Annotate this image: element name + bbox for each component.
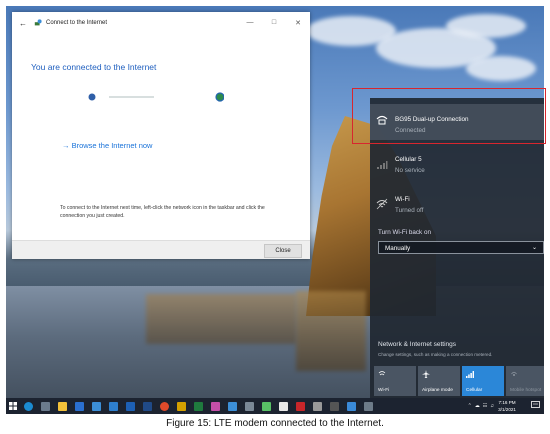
onenote-icon[interactable] (211, 401, 220, 411)
minimize-icon[interactable]: — (238, 19, 262, 27)
tile-airplane-mode[interactable]: Airplane mode (418, 366, 460, 396)
tile-label: Airplane mode (422, 388, 453, 393)
volume-icon[interactable]: ♫ (490, 403, 494, 409)
cellular-signal-icon (466, 371, 474, 378)
edge-icon[interactable] (24, 401, 33, 411)
info-text: To connect to the Internet next time, le… (60, 205, 265, 219)
chrome-icon[interactable] (160, 401, 169, 411)
wifi-icon (378, 371, 386, 376)
notepad-icon[interactable] (279, 401, 288, 411)
dropdown-value: Manually (385, 245, 411, 252)
tile-mobile-hotspot[interactable]: Mobile hotspot (506, 366, 544, 396)
connection-item-wifi[interactable]: Wi-Fi Turned off (370, 190, 544, 218)
word-icon[interactable] (143, 401, 152, 411)
tile-label: Cellular (466, 388, 483, 393)
chevron-up-icon[interactable]: ⌃ (468, 403, 472, 409)
tool-icon[interactable] (245, 401, 254, 411)
desktop: ← Connect to the Internet — □ ✕ You are … (6, 6, 544, 414)
connect-window: ← Connect to the Internet — □ ✕ You are … (12, 12, 310, 259)
hotspot-icon (511, 371, 517, 376)
connection-item-cellular[interactable]: Cellular 5 No service (370, 150, 544, 178)
tile-label: Mobile hotspot (510, 388, 542, 393)
globe-icon (215, 92, 224, 102)
window-footer: Close (12, 240, 310, 259)
file-explorer-icon[interactable] (58, 401, 67, 411)
clock-time: 7:16 PM (498, 400, 516, 405)
tile-label: Wi-Fi (378, 388, 390, 393)
network-wizard-icon (34, 19, 42, 26)
browse-internet-link[interactable]: → Browse the Internet now (62, 141, 152, 150)
app-green-icon[interactable] (262, 401, 271, 411)
close-icon[interactable]: ✕ (286, 19, 310, 27)
connection-status: Turned off (395, 207, 424, 214)
window-title: Connect to the Internet (46, 20, 108, 26)
cellular-signal-icon (377, 161, 388, 169)
network-settings-description: Change settings, such as making a connec… (378, 352, 493, 357)
notification-icon[interactable] (531, 401, 540, 410)
taskbar: ⌃ ☁ ☷ ♫ 7:16 PM 3/1/2021 (6, 398, 544, 414)
browse-link-label: Browse the Internet now (71, 141, 153, 150)
acrobat-icon[interactable] (296, 401, 305, 411)
outlook-icon[interactable] (126, 401, 135, 411)
arrow-right-icon: → (62, 141, 72, 150)
store-icon[interactable] (75, 401, 84, 411)
excel-icon[interactable] (194, 401, 203, 411)
reflection (146, 294, 296, 344)
cloud-icon[interactable]: ☁ (475, 403, 480, 409)
back-arrow-icon[interactable]: ← (16, 19, 30, 28)
chevron-down-icon: ⌄ (531, 245, 537, 251)
connection-graphic (88, 92, 224, 102)
maximize-icon[interactable]: □ (262, 19, 286, 27)
task-view-icon[interactable] (41, 401, 50, 411)
mail-icon[interactable] (92, 401, 101, 411)
page-heading: You are connected to the Internet (31, 62, 157, 72)
clock-date: 3/1/2021 (498, 407, 516, 412)
printer-icon[interactable] (313, 401, 322, 411)
terminal-icon[interactable] (330, 401, 339, 411)
computer-icon (88, 93, 96, 101)
tile-wifi[interactable]: Wi-Fi (374, 366, 416, 396)
start-button[interactable] (6, 398, 20, 414)
wifi-back-dropdown[interactable]: Manually ⌄ (378, 241, 544, 254)
connection-name: Wi-Fi (395, 196, 410, 203)
app-l-icon[interactable] (109, 401, 118, 411)
figure-caption: Figure 15: LTE modem connected to the In… (166, 418, 384, 429)
clock[interactable]: 7:16 PM 3/1/2021 (498, 399, 516, 413)
system-tray: ⌃ ☁ ☷ ♫ (468, 398, 494, 414)
app-blue-icon[interactable] (347, 401, 356, 411)
cloud (466, 56, 536, 81)
tile-cellular[interactable]: Cellular (462, 366, 504, 396)
airplane-icon (422, 370, 430, 378)
connection-status: No service (395, 167, 425, 174)
windows-icon (9, 402, 17, 410)
skype-icon[interactable] (228, 401, 237, 411)
network-icon[interactable]: ☷ (483, 403, 487, 409)
title-bar: ← Connect to the Internet — □ ✕ (12, 12, 310, 34)
app-d-icon[interactable] (177, 401, 186, 411)
app-gray-icon[interactable] (364, 401, 373, 411)
network-settings-link[interactable]: Network & Internet settings (378, 341, 456, 348)
highlight-box (352, 88, 546, 144)
close-button[interactable]: Close (264, 244, 302, 258)
wifi-icon (376, 198, 388, 210)
reflection (296, 291, 366, 371)
window-controls: — □ ✕ (238, 19, 310, 27)
connection-name: Cellular 5 (395, 156, 422, 163)
wifi-back-label: Turn Wi-Fi back on (378, 229, 431, 236)
cloud (446, 14, 526, 38)
quick-action-tiles: Wi-Fi Airplane mode Cellular Mobile hots… (374, 366, 544, 396)
